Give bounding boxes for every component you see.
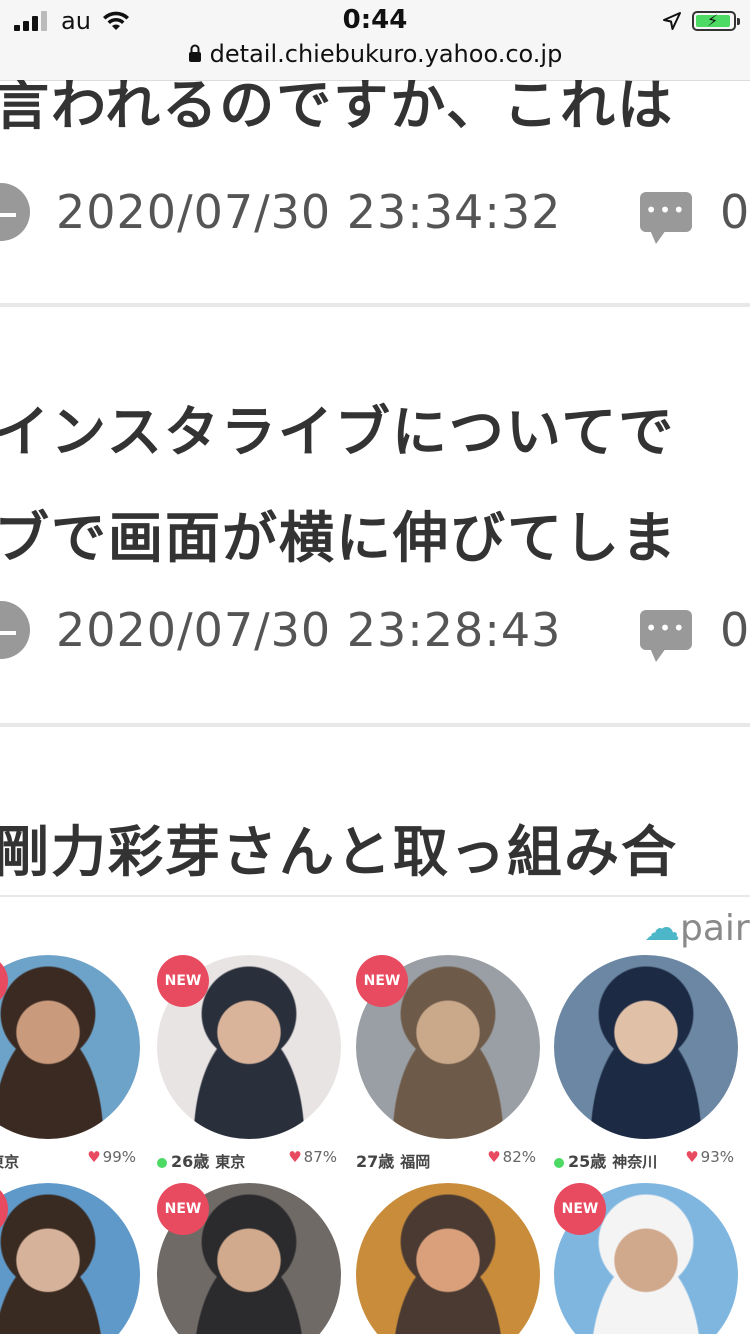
match-rate: ♥ 93%	[685, 1148, 734, 1166]
address-bar[interactable]: detail.chiebukuro.yahoo.co.jp	[0, 40, 750, 68]
profile-prefecture: 東京	[0, 1153, 20, 1171]
profile-prefecture: 東京	[215, 1153, 246, 1171]
match-value: 93%	[700, 1148, 734, 1166]
pairs-logo: ☁pairs	[644, 908, 750, 949]
profile-info: 27歳 福岡 ♥ 82%	[356, 1148, 546, 1172]
online-dot-icon	[554, 1157, 564, 1168]
answer-count: 0	[720, 185, 750, 239]
match-value: 99%	[102, 1148, 136, 1166]
location-arrow-icon	[663, 12, 681, 30]
comment-icon: •••	[640, 192, 692, 244]
question-title-line-2[interactable]: ブで画面が横に伸びてしま	[0, 493, 678, 573]
profile-age: 25歳	[568, 1152, 607, 1171]
heart-icon: ♥	[685, 1148, 699, 1166]
question-title[interactable]: 剛力彩芽さんと取っ組み合	[0, 807, 678, 887]
clock-icon	[0, 601, 30, 659]
post-date: 2020/07/30 23:28:43	[56, 603, 562, 657]
profile-prefecture: 神奈川	[612, 1153, 658, 1171]
comment-icon: •••	[640, 610, 692, 662]
status-bar: au 0:44 ⚡ detail.chiebukuro.yahoo.co.jp	[0, 0, 750, 81]
battery-icon: ⚡	[692, 11, 740, 31]
divider	[0, 895, 750, 897]
profile-prefecture: 福岡	[400, 1153, 431, 1171]
heart-icon: ♥	[487, 1148, 501, 1166]
match-rate: ♥ 99%	[87, 1148, 136, 1166]
match-value: 87%	[303, 1148, 337, 1166]
new-badge: NEW	[157, 1183, 209, 1235]
answer-count: 0	[720, 603, 750, 657]
lock-icon	[188, 40, 202, 68]
profile-photo[interactable]	[0, 1183, 140, 1334]
pairs-ad-banner[interactable]: ☁pairs NEW0歳東京♥99%NEW26歳東京♥87%NEW27歳福岡♥8…	[0, 900, 750, 1334]
profile-photo[interactable]	[356, 1183, 540, 1334]
new-badge: NEW	[554, 1183, 606, 1235]
new-badge: NEW	[356, 955, 408, 1007]
question-title-line-1[interactable]: インスタライブについてで	[0, 387, 675, 467]
divider	[0, 303, 750, 307]
profile-age: 26歳	[171, 1152, 210, 1171]
profile-info: 25歳 神奈川 ♥ 93%	[554, 1148, 744, 1172]
match-value: 82%	[502, 1148, 536, 1166]
url-text: detail.chiebukuro.yahoo.co.jp	[209, 40, 563, 68]
question-list: 言われるのですか、これは 2020/07/30 23:34:32 ••• 0 イ…	[0, 80, 750, 1334]
profile-photo[interactable]	[554, 955, 738, 1139]
question-title[interactable]: 言われるのですか、これは	[0, 80, 674, 140]
post-date: 2020/07/30 23:34:32	[56, 185, 562, 239]
heart-icon: ♥	[87, 1148, 101, 1166]
online-dot-icon	[157, 1157, 167, 1168]
profile-age: 27歳	[356, 1152, 395, 1171]
profile-info: 26歳 東京 ♥ 87%	[157, 1148, 347, 1172]
heart-icon: ♥	[288, 1148, 302, 1166]
match-rate: ♥ 87%	[288, 1148, 337, 1166]
clock-time: 0:44	[342, 5, 408, 35]
divider	[0, 723, 750, 727]
profile-info: 0歳東京♥99%	[0, 1148, 146, 1172]
profile-photo[interactable]	[0, 955, 140, 1139]
match-rate: ♥ 82%	[487, 1148, 536, 1166]
clock-icon	[0, 183, 30, 241]
new-badge: NEW	[157, 955, 209, 1007]
